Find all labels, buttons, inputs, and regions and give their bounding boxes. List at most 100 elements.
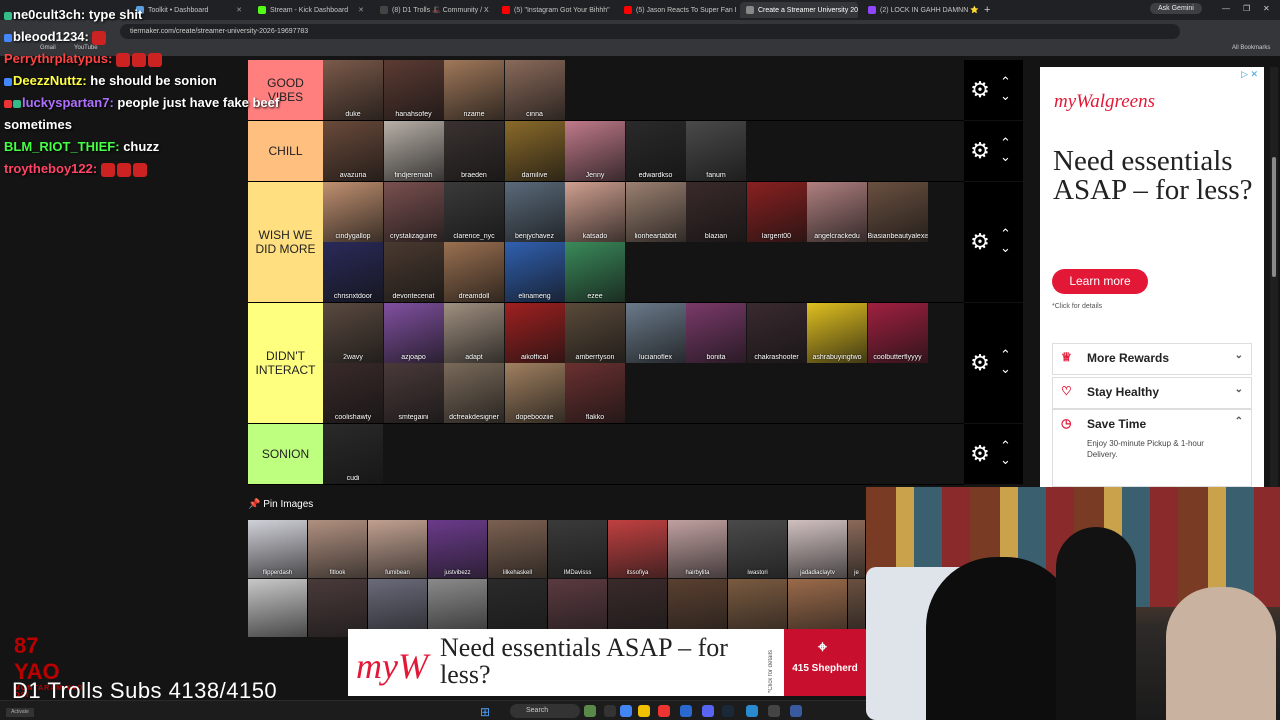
tier-item[interactable]: dreamdoll [444, 242, 504, 302]
taskbar-app-icon[interactable] [680, 705, 692, 717]
chat-username[interactable]: luckyspartan7 [22, 95, 109, 110]
chat-username[interactable]: bleood1234 [13, 29, 85, 44]
tier-item[interactable]: azjoapo [383, 303, 444, 363]
chevron-up-icon[interactable]: ⌃ [1000, 226, 1011, 241]
pin-image[interactable]: fumibean [368, 520, 428, 578]
chevron-down-icon[interactable]: ⌄ [1000, 88, 1011, 103]
gear-icon[interactable]: ⚙ [969, 79, 991, 101]
tier-item[interactable]: largent00 [746, 182, 807, 242]
tier-item[interactable]: fanum [686, 121, 746, 181]
taskbar-app-icon[interactable] [790, 705, 802, 717]
chevron-up-icon[interactable]: ⌃ [1000, 438, 1011, 453]
chat-username[interactable]: BLM_RIOT_THIEF [4, 139, 115, 154]
chat-username[interactable]: troytheboy122 [4, 161, 93, 176]
all-bookmarks[interactable]: All Bookmarks [1232, 45, 1270, 51]
tier-item[interactable]: ezee [565, 242, 625, 302]
walgreens-banner-ad[interactable]: myW Need essentials ASAP – for less? *Cl… [348, 629, 866, 696]
chevron-down-icon[interactable]: ⌄ [1000, 149, 1011, 164]
tier-label[interactable]: DIDN'T INTERACT [248, 303, 323, 423]
pin-images-header[interactable]: 📌 Pin Images [248, 499, 313, 510]
ad-accordion-item[interactable]: ♡ Stay Healthy ⌄ [1052, 377, 1252, 409]
pin-image[interactable]: lilkehaskell [488, 520, 548, 578]
tier-item[interactable]: flakko [565, 363, 625, 423]
maximize-icon[interactable]: ❐ [1243, 4, 1250, 13]
tier-item[interactable]: duke [323, 60, 383, 120]
chevron-down-icon[interactable]: ⌄ [1000, 361, 1011, 376]
pin-image[interactable]: je [848, 520, 866, 578]
tier-item[interactable]: dcfreakdesigner [444, 363, 504, 423]
tier-item[interactable]: elinameng [504, 242, 565, 302]
tier-item[interactable]: damilive [504, 121, 565, 181]
taskbar-app-icon[interactable] [604, 705, 616, 717]
chevron-up-icon[interactable]: ⌃ [1000, 74, 1011, 89]
tier-item[interactable]: adapt [444, 303, 504, 363]
tier-item[interactable]: cudi [323, 424, 383, 484]
tier-item[interactable]: edwardkso [625, 121, 686, 181]
pin-image[interactable]: iwastori [728, 520, 788, 578]
tier-item[interactable]: cindygallop [323, 182, 383, 242]
chevron-up-icon[interactable]: ⌃ [1235, 416, 1243, 427]
tier-item[interactable]: amberrtyson [565, 303, 625, 363]
gear-icon[interactable]: ⚙ [969, 443, 991, 465]
gear-icon[interactable]: ⚙ [969, 352, 991, 374]
browser-tab[interactable]: (8) D1 Trolls 🎩 Community / X✕ [374, 2, 492, 18]
tier-item[interactable]: hanahsofey [383, 60, 444, 120]
chrome-icon[interactable] [620, 705, 632, 717]
scrollbar-thumb[interactable] [1272, 157, 1276, 277]
chevron-down-icon[interactable]: ⌄ [1000, 452, 1011, 467]
tier-item[interactable]: Biasianbeautyalexis [867, 182, 928, 242]
pin-image[interactable]: IMDavisss [548, 520, 608, 578]
taskbar-app-icon[interactable] [584, 705, 596, 717]
tier-item[interactable]: coolishawty [323, 363, 383, 423]
close-icon[interactable]: ✕ [1263, 4, 1270, 13]
tier-item[interactable]: dopebooziie [504, 363, 565, 423]
taskbar-search[interactable]: Search [510, 704, 580, 718]
adchoices-icon[interactable]: ▷ ✕ [1241, 69, 1258, 80]
tier-item[interactable]: 2wavy [323, 303, 383, 363]
chat-username[interactable]: DeezzNuttz [13, 73, 82, 88]
tier-item[interactable]: lionheartabbit [625, 182, 686, 242]
steam-icon[interactable] [722, 705, 734, 717]
browser-tab[interactable]: (5) Jason Reacts To Super Fan E✕ [618, 2, 736, 18]
browser-tab[interactable]: Create a Streamer University 20✕ [740, 2, 858, 18]
discord-icon[interactable] [702, 705, 714, 717]
tier-item[interactable]: katsado [565, 182, 625, 242]
tier-item[interactable]: aikoffical [504, 303, 565, 363]
pin-image[interactable] [248, 579, 308, 637]
tier-item[interactable]: Jenny [565, 121, 625, 181]
walgreens-side-ad[interactable]: ▷ ✕ myWalgreens Need essentials ASAP – f… [1040, 67, 1264, 487]
tier-item[interactable]: smtegaini [383, 363, 444, 423]
gear-icon[interactable]: ⚙ [969, 231, 991, 253]
chat-username[interactable]: ne0cult3ch [13, 7, 81, 22]
tier-item[interactable]: clarence_nyc [444, 182, 504, 242]
tier-item[interactable]: avazuria [323, 121, 383, 181]
chevron-up-icon[interactable]: ⌃ [1000, 347, 1011, 362]
chevron-down-icon[interactable]: ⌄ [1235, 384, 1243, 395]
tier-item[interactable]: ashrabuyingtwo [807, 303, 867, 363]
ad-accordion-item[interactable]: ◷ Save Time ⌃ Enjoy 30-minute Pickup & 1-ho… [1052, 409, 1252, 487]
pin-image[interactable]: itssofiya [608, 520, 668, 578]
obs-icon[interactable] [768, 705, 780, 717]
tier-item[interactable]: coolbutterflyyyy [867, 303, 928, 363]
tier-item[interactable]: blazian [686, 182, 746, 242]
tier-item[interactable]: findjeremiah [383, 121, 444, 181]
tier-item[interactable]: crystalizaguirre [383, 182, 444, 242]
pin-image[interactable]: jadadiaclaytv [788, 520, 848, 578]
tier-item[interactable]: bonita [686, 303, 746, 363]
tier-item[interactable]: chrisnxtdoor [323, 242, 383, 302]
new-tab-button[interactable]: + [984, 4, 1000, 16]
tier-item[interactable]: devontecenat [383, 242, 444, 302]
minimize-icon[interactable]: — [1222, 4, 1230, 13]
banner-location[interactable]: ⌖ 415 Shepherd [784, 629, 866, 696]
tier-item[interactable]: nzame [444, 60, 504, 120]
tier-item[interactable]: lucianoflex [625, 303, 686, 363]
windows-start-icon[interactable]: ⊞ [480, 705, 490, 719]
taskbar-app-icon[interactable] [746, 705, 758, 717]
tier-item[interactable]: benjychavez [504, 182, 565, 242]
tab-close-icon[interactable]: ✕ [358, 6, 364, 14]
chat-username[interactable]: Perrythrplatypus [4, 51, 108, 66]
taskbar-app-icon[interactable] [658, 705, 670, 717]
pin-image[interactable]: fitlook [308, 520, 368, 578]
learn-more-button[interactable]: Learn more [1052, 269, 1148, 294]
browser-tab[interactable]: (2) LOCK IN GAHH DAMNN ⭐✕ [862, 2, 980, 18]
